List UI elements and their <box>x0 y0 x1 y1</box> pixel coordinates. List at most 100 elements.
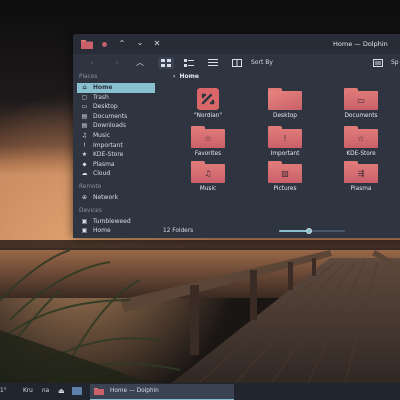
zoom-slider-handle[interactable] <box>305 228 312 234</box>
sidebar-item-label: Plasma <box>93 160 115 168</box>
taskbar-text-b[interactable]: na <box>42 383 49 400</box>
chevron-down-icon[interactable]: ⌄ <box>134 37 146 49</box>
folder-label: "Nordian" <box>193 113 222 119</box>
sidebar-item-label: Cloud <box>93 170 111 178</box>
folder-item-plasma[interactable]: ⇶ Plasma <box>331 161 391 192</box>
zoom-slider[interactable] <box>279 228 345 234</box>
pin-icon[interactable] <box>102 42 107 47</box>
task-dolphin[interactable]: Home — Dolphin <box>90 384 234 400</box>
folder-icon: ☆ <box>344 126 378 148</box>
sidebar-item-label: Downloads <box>93 122 126 130</box>
folder-icon <box>268 88 302 110</box>
home-icon: ⌂ <box>82 84 87 91</box>
window-title: Home — Dolphin <box>333 40 388 48</box>
sidebar-item-label: Tumbleweed <box>93 217 131 225</box>
sidebar-item-downloads[interactable]: ▤ Downloads <box>73 121 161 131</box>
sidebar-item-label: Desktop <box>93 103 118 111</box>
sidebar-item-documents[interactable]: ▤ Documents <box>73 112 161 122</box>
folder-item-pictures[interactable]: ▨ Pictures <box>255 161 315 192</box>
important-icon: ! <box>83 141 86 149</box>
breadcrumb-current: Home <box>179 73 199 80</box>
folder-item-documents[interactable]: ▭ Documents <box>331 88 391 119</box>
folder-icon: ⇶ <box>344 161 378 183</box>
sidebar-item-label: Important <box>93 141 123 149</box>
drive-icon: ▣ <box>81 217 88 225</box>
sidebar-item-label: Home <box>93 227 111 235</box>
sidebar-item-label: Documents <box>93 112 128 120</box>
network-icon: ⊕ <box>81 193 88 201</box>
compact-view-icon[interactable] <box>182 57 196 69</box>
search-button[interactable]: Sp <box>391 57 399 69</box>
folder-label: Pictures <box>273 186 297 192</box>
folder-label: Important <box>270 151 300 157</box>
sidebar-item-desktop[interactable]: ▭ Desktop <box>73 102 161 112</box>
document-glyph-icon: ▭ <box>357 96 365 105</box>
desktop-icon: ▭ <box>81 103 88 111</box>
downloads-icon: ▤ <box>81 122 88 130</box>
important-icon: ! <box>283 134 287 143</box>
folder-item-favorites[interactable]: ☆ Favorites <box>178 126 238 157</box>
folder-icon: ▭ <box>344 88 378 110</box>
folder-label: Favorites <box>194 151 222 157</box>
folder-count: 12 Folders <box>163 228 194 234</box>
taskbar-text-a[interactable]: Kru <box>23 383 33 400</box>
nordian-logo-icon <box>197 88 219 110</box>
sidebar-item-cloud[interactable]: ☁ Cloud <box>73 169 161 179</box>
sort-by-button[interactable]: Sort By <box>251 57 273 69</box>
picture-icon: ▨ <box>281 169 289 178</box>
sidebar-item-label: Home <box>93 84 113 91</box>
music-icon: ♫ <box>81 131 88 139</box>
toolbar: ‹ › ︿ Sort By Sp <box>73 54 400 72</box>
taskbar: 1° Kru na ⏏ Home — Dolphin <box>0 383 400 400</box>
sidebar-item-home-device[interactable]: ▣ Home <box>73 226 161 236</box>
task-label: Home — Dolphin <box>110 388 159 394</box>
plasma-icon: ⬥ <box>82 160 87 168</box>
menu-icon[interactable] <box>371 57 385 69</box>
sidebar-item-label: KDE-Store <box>93 151 124 159</box>
kde-store-icon: ★ <box>81 151 88 159</box>
folder-label: Desktop <box>273 113 297 119</box>
sidebar-item-home[interactable]: ⌂ Home <box>77 83 155 93</box>
arrow-right-icon[interactable]: › <box>111 57 123 69</box>
folder-item-important[interactable]: ! Important <box>255 126 315 157</box>
sidebar-item-plasma[interactable]: ⬥ Plasma <box>73 160 161 170</box>
folder-app-icon[interactable] <box>81 40 93 49</box>
sidebar-item-music[interactable]: ♫ Music <box>73 131 161 141</box>
folder-item-desktop[interactable]: Desktop <box>255 88 315 119</box>
sidebar-item-important[interactable]: ! Important <box>73 141 161 151</box>
desktop-pager-icon[interactable] <box>72 387 82 395</box>
window-titlebar[interactable]: ⌃ ⌄ ✕ Home — Dolphin <box>73 34 400 54</box>
star-icon: ☆ <box>204 134 212 143</box>
eject-icon[interactable]: ⏏ <box>58 383 65 400</box>
split-view-icon[interactable] <box>230 57 244 69</box>
weather-widget[interactable]: 1° <box>0 383 7 400</box>
details-view-icon[interactable] <box>206 57 220 69</box>
close-icon[interactable]: ✕ <box>151 38 163 50</box>
chevron-right-icon: › <box>173 73 176 80</box>
folder-label: Music <box>199 186 217 192</box>
folder-label: Plasma <box>350 186 372 192</box>
folder-item-kde-store[interactable]: ☆ KDE-Store <box>331 126 391 157</box>
folder-app-icon <box>94 388 104 395</box>
sidebar-item-kde-store[interactable]: ★ KDE-Store <box>73 150 161 160</box>
arrow-left-icon[interactable]: ‹ <box>86 57 98 69</box>
icons-view-icon[interactable] <box>158 57 174 69</box>
drive-icon: ▣ <box>81 227 88 235</box>
star-icon: ☆ <box>357 134 365 143</box>
sidebar-item-network[interactable]: ⊕ Network <box>73 193 161 203</box>
folder-label: Documents <box>344 113 378 119</box>
folder-icon: ▨ <box>268 161 302 183</box>
status-bar: 12 Folders <box>163 224 400 238</box>
plasma-icon: ⇶ <box>357 169 365 178</box>
chevron-up-icon[interactable]: ⌃ <box>116 38 128 50</box>
arrow-up-icon[interactable]: ︿ <box>134 57 146 69</box>
cloud-icon: ☁ <box>81 170 88 178</box>
breadcrumb[interactable]: › Home <box>173 72 199 82</box>
folder-item-music[interactable]: ♫ Music <box>178 161 238 192</box>
sidebar-item-trash[interactable]: ▢ Trash <box>73 93 161 103</box>
folder-item-nordian[interactable]: "Nordian" <box>178 88 238 119</box>
sidebar-item-label: Music <box>93 131 111 139</box>
sidebar-item-tumbleweed[interactable]: ▣ Tumbleweed <box>73 217 161 227</box>
trash-icon: ▢ <box>81 93 88 101</box>
folder-label: KDE-Store <box>346 151 376 157</box>
